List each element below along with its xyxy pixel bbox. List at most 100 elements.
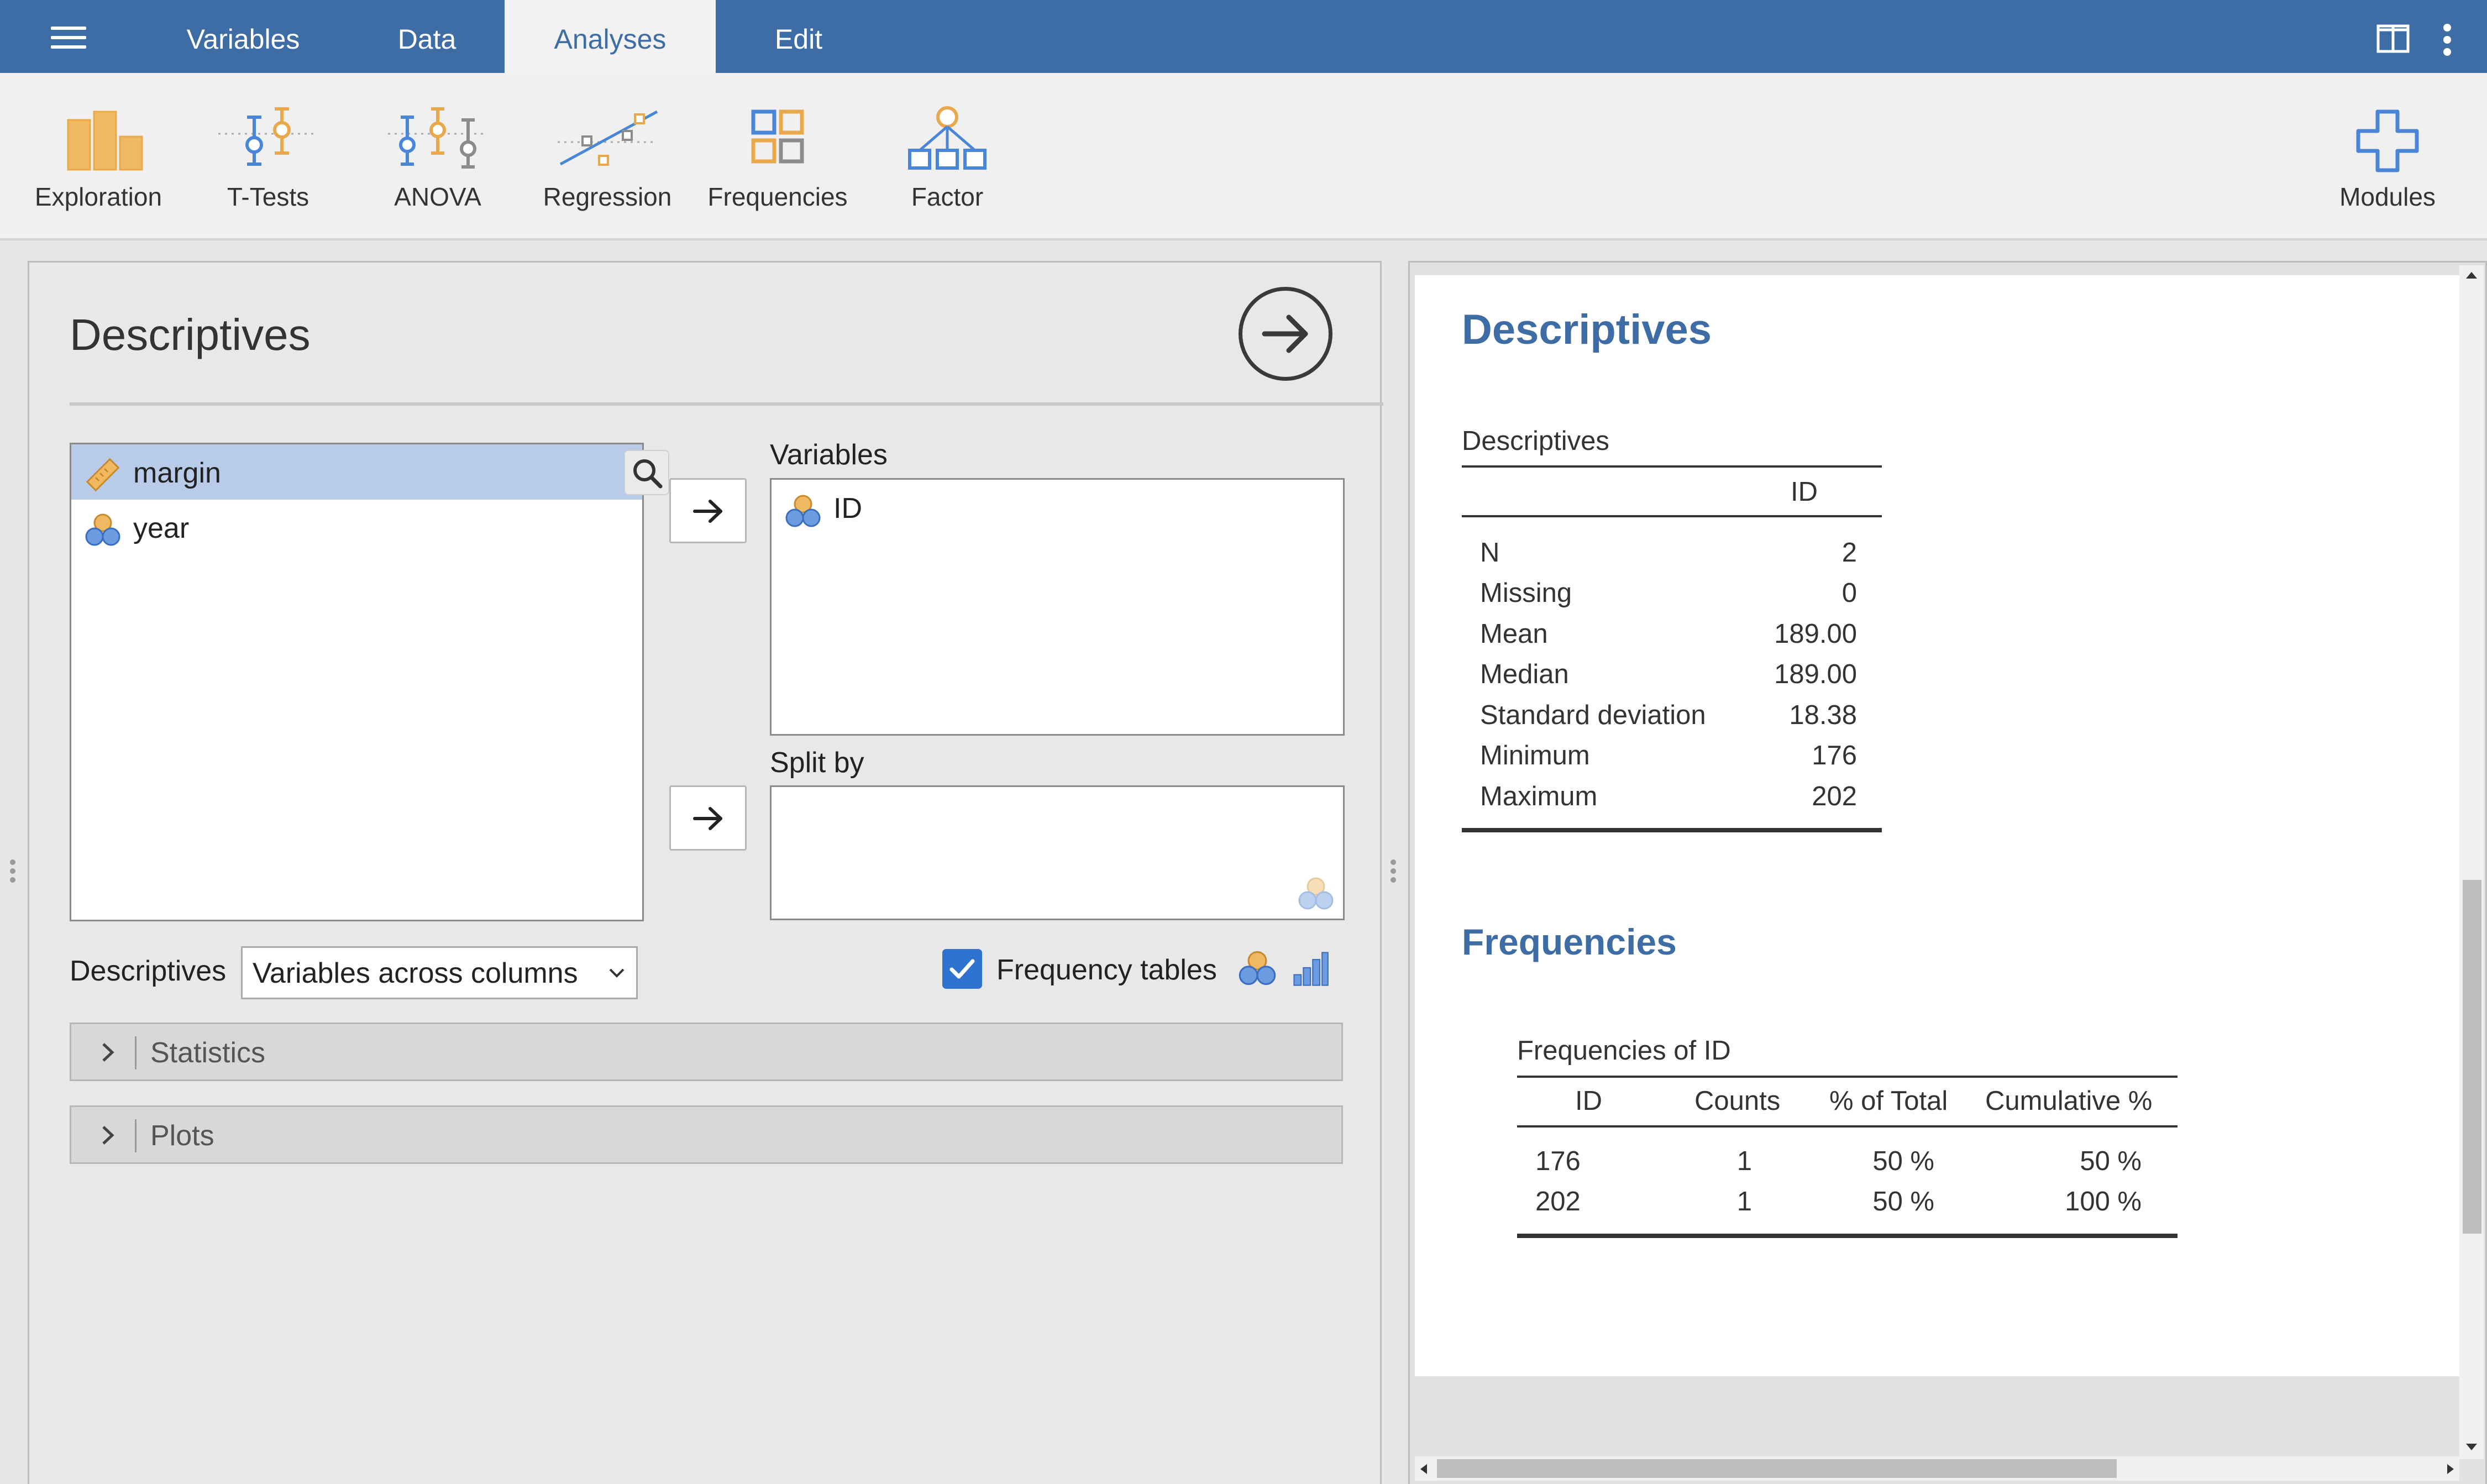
results-vertical-scrollbar[interactable] — [2459, 265, 2484, 1459]
section-separator — [135, 1119, 137, 1152]
ribbon-modules[interactable]: Modules — [2305, 103, 2470, 212]
section-separator — [135, 1036, 137, 1069]
stat-label: Median — [1480, 659, 1569, 689]
variable-name: year — [133, 512, 190, 544]
plots-section[interactable]: Plots — [70, 1105, 1343, 1164]
source-variable-list[interactable]: margin year — [70, 443, 669, 921]
top-menu-bar: Variables Data Analyses Edit — [0, 0, 2487, 73]
ribbon-frequencies[interactable]: Frequencies — [695, 103, 861, 212]
nominal-variable-icon — [1298, 877, 1334, 910]
move-to-variables-button[interactable] — [669, 478, 747, 543]
arrow-right-icon — [693, 500, 722, 523]
table-rule — [1517, 1125, 2178, 1128]
stat-label: Minimum — [1480, 741, 1590, 770]
ribbon-label: Modules — [2339, 182, 2436, 211]
freq-cell: 50 % — [1872, 1187, 1934, 1216]
freq-cell: 50 % — [2080, 1146, 2142, 1176]
left-panel-resize-handle[interactable] — [10, 859, 15, 887]
layout-split-icon[interactable] — [2376, 24, 2410, 53]
nominal-variable-icon — [85, 513, 120, 546]
section-label: Plots — [150, 1120, 214, 1152]
bar-chart-icon — [67, 111, 143, 171]
stat-value: 189.00 — [1774, 619, 1857, 649]
check-icon — [949, 959, 975, 979]
list-item-margin[interactable]: margin — [71, 444, 669, 500]
statistics-section[interactable]: Statistics — [70, 1022, 1343, 1081]
split-by-label: Split by — [770, 747, 864, 779]
ordinal-bars-icon — [1293, 952, 1329, 986]
ribbon-label: Frequencies — [707, 182, 848, 211]
freq-cell: 1 — [1736, 1146, 1752, 1176]
column-header: ID — [1791, 477, 1818, 507]
descriptives-table-title: Descriptives — [1462, 426, 1609, 456]
tab-analyses[interactable]: Analyses — [505, 0, 716, 73]
analyses-ribbon: Exploration T-Tests ANOVA Regression Fre… — [0, 73, 2487, 240]
run-analysis-button[interactable] — [1239, 287, 1332, 381]
stat-value: 2 — [1841, 538, 1857, 568]
ribbon-label: Exploration — [34, 182, 162, 211]
scroll-up-icon[interactable] — [2465, 271, 2478, 280]
table-rule — [1517, 1076, 2178, 1078]
tab-data[interactable]: Data — [354, 0, 500, 73]
column-header: ID — [1575, 1086, 1602, 1116]
tab-edit[interactable]: Edit — [735, 0, 862, 73]
freq-cell: 50 % — [1872, 1146, 1934, 1176]
vertical-scroll-thumb[interactable] — [2463, 880, 2481, 1234]
stat-label: Missing — [1480, 578, 1572, 608]
ribbon-label: ANOVA — [394, 182, 481, 211]
table-rule — [1462, 515, 1882, 517]
stat-value: 202 — [1812, 782, 1857, 811]
continuous-ruler-icon — [86, 458, 120, 492]
ribbon-t-tests[interactable]: T-Tests — [185, 103, 351, 212]
results-heading-frequencies: Frequencies — [1462, 921, 1677, 962]
stat-value: 18.38 — [1789, 700, 1857, 730]
descriptives-layout-select[interactable]: Variables across columns — [241, 946, 638, 999]
variables-target-list[interactable]: ID — [770, 478, 1345, 736]
arrow-right-icon — [693, 807, 722, 830]
splitter-resize-handle[interactable] — [1391, 859, 1396, 887]
move-to-split-by-button[interactable] — [669, 785, 747, 851]
split-by-target-list[interactable] — [770, 785, 1345, 920]
stat-label: Mean — [1480, 619, 1548, 649]
variable-name: margin — [133, 457, 221, 489]
chevron-down-icon — [609, 968, 625, 978]
list-item-year[interactable]: year — [71, 500, 642, 555]
stat-label: Standard deviation — [1480, 700, 1706, 730]
analysis-options-panel: Descriptives margin year Variables ID Sp… — [28, 261, 1383, 1484]
factor-icon — [908, 106, 987, 170]
ribbon-label: Regression — [543, 182, 672, 211]
select-value: Variables across columns — [253, 957, 578, 989]
ribbon-factor[interactable]: Factor — [864, 103, 1030, 212]
section-label: Statistics — [150, 1037, 266, 1069]
stat-label: Maximum — [1480, 782, 1598, 811]
table-rule — [1462, 828, 1882, 832]
scroll-right-icon[interactable] — [2446, 1463, 2455, 1475]
scroll-down-icon[interactable] — [2465, 1443, 2478, 1451]
freq-cell: 176 — [1535, 1146, 1581, 1176]
results-heading-descriptives: Descriptives — [1462, 306, 1712, 353]
column-header: Cumulative % — [1985, 1086, 2153, 1116]
scroll-left-icon[interactable] — [1419, 1463, 1428, 1475]
freq-cell: 100 % — [2065, 1187, 2142, 1216]
horizontal-scroll-thumb[interactable] — [1437, 1459, 2117, 1478]
stat-label: N — [1480, 538, 1500, 568]
hamburger-menu-icon[interactable] — [51, 27, 86, 49]
plus-icon — [2356, 109, 2419, 172]
chevron-right-icon — [102, 1126, 114, 1145]
nominal-variable-icon — [1239, 951, 1276, 985]
more-options-icon[interactable] — [2442, 23, 2453, 56]
ribbon-exploration[interactable]: Exploration — [15, 103, 181, 212]
arrow-right-icon — [1262, 314, 1308, 353]
frequency-tables-checkbox[interactable] — [942, 949, 982, 989]
anova-icon — [388, 107, 487, 169]
regression-icon — [558, 110, 658, 166]
tab-variables[interactable]: Variables — [155, 0, 332, 73]
column-header: % of Total — [1829, 1086, 1948, 1116]
ribbon-regression[interactable]: Regression — [524, 103, 690, 212]
ribbon-anova[interactable]: ANOVA — [355, 103, 521, 212]
ribbon-label: T-Tests — [227, 182, 309, 211]
t-test-icon — [218, 107, 318, 166]
frequencies-table-title: Frequencies of ID — [1517, 1036, 1731, 1066]
variables-label: Variables — [770, 439, 888, 471]
search-button[interactable] — [624, 450, 669, 495]
